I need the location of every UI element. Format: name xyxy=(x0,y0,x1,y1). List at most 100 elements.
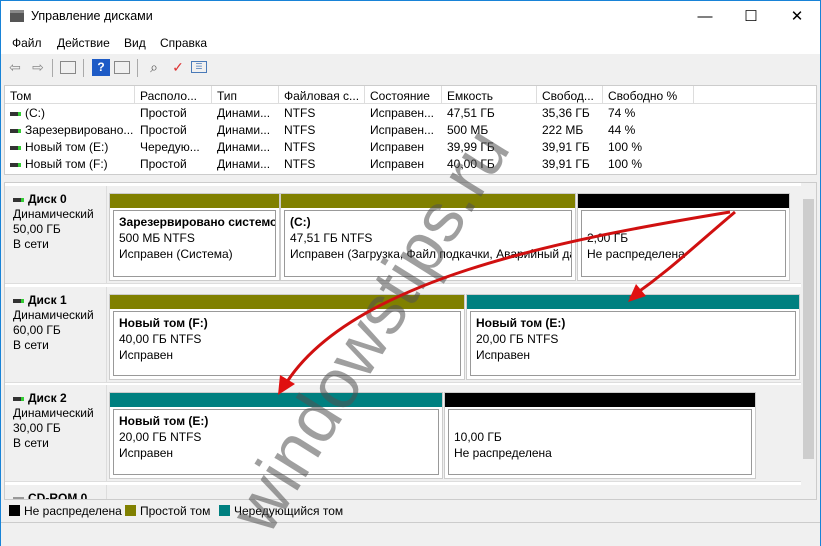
partition-color-bar xyxy=(578,194,789,208)
disk-status: В сети xyxy=(13,436,49,450)
cell-text: Чередую... xyxy=(140,140,200,154)
cell-text: Исправен... xyxy=(370,106,435,120)
partition[interactable]: 10,00 ГБ Не распределена xyxy=(444,392,756,479)
partition-status: Исправен (Загрузка, Файл подкачки, Авари… xyxy=(290,247,572,261)
disk-name: Диск 1 xyxy=(28,293,67,307)
cell-text: 39,91 ГБ xyxy=(542,157,590,171)
minimize-button[interactable]: — xyxy=(682,1,728,32)
disk-label[interactable]: Диск 1 Динамический 60,00 ГБ В сети xyxy=(7,287,107,382)
volume-icon xyxy=(10,162,21,167)
col-status[interactable]: Состояние xyxy=(365,86,442,104)
col-capacity[interactable]: Емкость xyxy=(442,86,537,104)
action-pane-icon[interactable] xyxy=(114,61,130,74)
cell-text: Зарезервировано... xyxy=(25,123,134,137)
toolbar: ⇦ ⇨ ? ⌕ ✓ ☰ xyxy=(1,55,820,80)
volume-icon xyxy=(10,128,21,133)
disk-row: Диск 1 Динамический 60,00 ГБ В сети Новый … xyxy=(5,287,803,383)
partition-status: Не распределена xyxy=(454,446,552,460)
table-cell: NTFS xyxy=(279,157,365,174)
menu-help[interactable]: Справка xyxy=(160,36,207,50)
disk-icon xyxy=(13,298,24,303)
check-icon[interactable]: ✓ xyxy=(169,59,187,76)
cell-text: Простой xyxy=(140,106,187,120)
col-layout[interactable]: Располо... xyxy=(135,86,212,104)
partition[interactable]: Новый том (E:) 20,00 ГБ NTFS Исправен xyxy=(466,294,800,380)
cell-text: Простой xyxy=(140,123,187,137)
maximize-button[interactable]: ☐ xyxy=(728,1,774,32)
separator xyxy=(83,59,84,77)
table-cell: Новый том (F:) xyxy=(5,157,135,174)
cell-text: Простой xyxy=(140,157,187,171)
separator xyxy=(52,59,53,77)
properties-icon[interactable]: ☰ xyxy=(191,61,207,73)
col-empty xyxy=(694,86,816,104)
connect-disk-icon[interactable]: ⌕ xyxy=(145,59,163,76)
cell-text: Исправен... xyxy=(370,123,435,137)
partition[interactable]: Зарезервировано системо 500 МБ NTFS Испр… xyxy=(109,193,280,281)
partition-size: 40,00 ГБ NTFS xyxy=(119,332,202,346)
partition-title: Новый том (F:) xyxy=(119,316,208,330)
disk-management-icon xyxy=(10,10,24,22)
partition-color-bar xyxy=(110,295,464,309)
partition-color-bar xyxy=(110,194,279,208)
title-bar: Управление дисками — ☐ ✕ xyxy=(1,1,820,32)
partition-size: 47,51 ГБ NTFS xyxy=(290,231,373,245)
partition-color-bar xyxy=(445,393,755,407)
table-cell: Динами... xyxy=(212,123,279,140)
back-icon[interactable]: ⇦ xyxy=(6,59,24,76)
menu-file[interactable]: Файл xyxy=(12,36,42,50)
partition-status: Не распределена xyxy=(587,247,685,261)
table-cell: Динами... xyxy=(212,157,279,174)
col-filesystem[interactable]: Файловая с... xyxy=(279,86,365,104)
vertical-scrollbar[interactable] xyxy=(801,183,816,499)
menu-action[interactable]: Действие xyxy=(57,36,110,50)
scrollbar-thumb[interactable] xyxy=(803,199,814,459)
menu-bar: Файл Действие Вид Справка xyxy=(1,32,820,54)
partition[interactable]: 2,00 ГБ Не распределена xyxy=(577,193,790,281)
disk-name: Диск 2 xyxy=(28,391,67,405)
partition-info: Зарезервировано системо 500 МБ NTFS Испр… xyxy=(113,210,276,277)
table-cell: 74 % xyxy=(603,106,694,123)
help-icon[interactable]: ? xyxy=(92,59,110,76)
volume-list: Том Располо... Тип Файловая с... Состоян… xyxy=(4,85,817,175)
partition-status: Исправен xyxy=(476,348,531,362)
partition-color-bar xyxy=(281,194,575,208)
table-cell: Зарезервировано... xyxy=(5,123,135,140)
disk-label[interactable]: CD-ROM 0 xyxy=(7,485,107,499)
cell-text: Динами... xyxy=(217,123,271,137)
table-cell: Динами... xyxy=(212,106,279,123)
disk-management-window: Управление дисками — ☐ ✕ Файл Действие В… xyxy=(0,0,821,546)
partition-color-bar xyxy=(110,393,442,407)
col-free[interactable]: Свобод... xyxy=(537,86,603,104)
partition[interactable]: (C:) 47,51 ГБ NTFS Исправен (Загрузка, Ф… xyxy=(280,193,576,281)
partition-info: 2,00 ГБ Не распределена xyxy=(581,210,786,277)
table-cell: 39,99 ГБ xyxy=(442,140,537,157)
partition-color-bar xyxy=(467,295,799,309)
forward-icon[interactable]: ⇨ xyxy=(29,59,47,76)
partition[interactable]: Новый том (E:) 20,00 ГБ NTFS Исправен xyxy=(109,392,443,479)
disk-size: 60,00 ГБ xyxy=(13,323,61,337)
disk-row: Диск 2 Динамический 30,00 ГБ В сети Новый … xyxy=(5,385,803,482)
disk-label[interactable]: Диск 2 Динамический 30,00 ГБ В сети xyxy=(7,385,107,481)
col-volume[interactable]: Том xyxy=(5,86,135,104)
legend-simple: Простой том xyxy=(120,504,210,518)
partition[interactable]: Новый том (F:) 40,00 ГБ NTFS Исправен xyxy=(109,294,465,380)
cell-text: Исправен xyxy=(370,140,425,154)
col-type[interactable]: Тип xyxy=(212,86,279,104)
col-free-percent[interactable]: Свободно % xyxy=(603,86,694,104)
console-tree-icon[interactable] xyxy=(60,61,76,74)
legend-label: Простой том xyxy=(140,504,211,518)
table-cell: (C:) xyxy=(5,106,135,123)
close-button[interactable]: ✕ xyxy=(774,1,820,32)
partition-title: Новый том (E:) xyxy=(119,414,209,428)
menu-view[interactable]: Вид xyxy=(124,36,146,50)
cell-text: Новый том (F:) xyxy=(25,157,108,171)
disk-label[interactable]: Диск 0 Динамический 50,00 ГБ В сети xyxy=(7,186,107,283)
table-cell: Чередую... xyxy=(135,140,212,157)
table-cell: Новый том (E:) xyxy=(5,140,135,157)
table-cell: Исправен xyxy=(365,157,442,174)
partition-size: 500 МБ NTFS xyxy=(119,231,195,245)
table-cell: 39,91 ГБ xyxy=(537,157,603,174)
disk-status: В сети xyxy=(13,338,49,352)
cell-text: 74 % xyxy=(608,106,636,120)
